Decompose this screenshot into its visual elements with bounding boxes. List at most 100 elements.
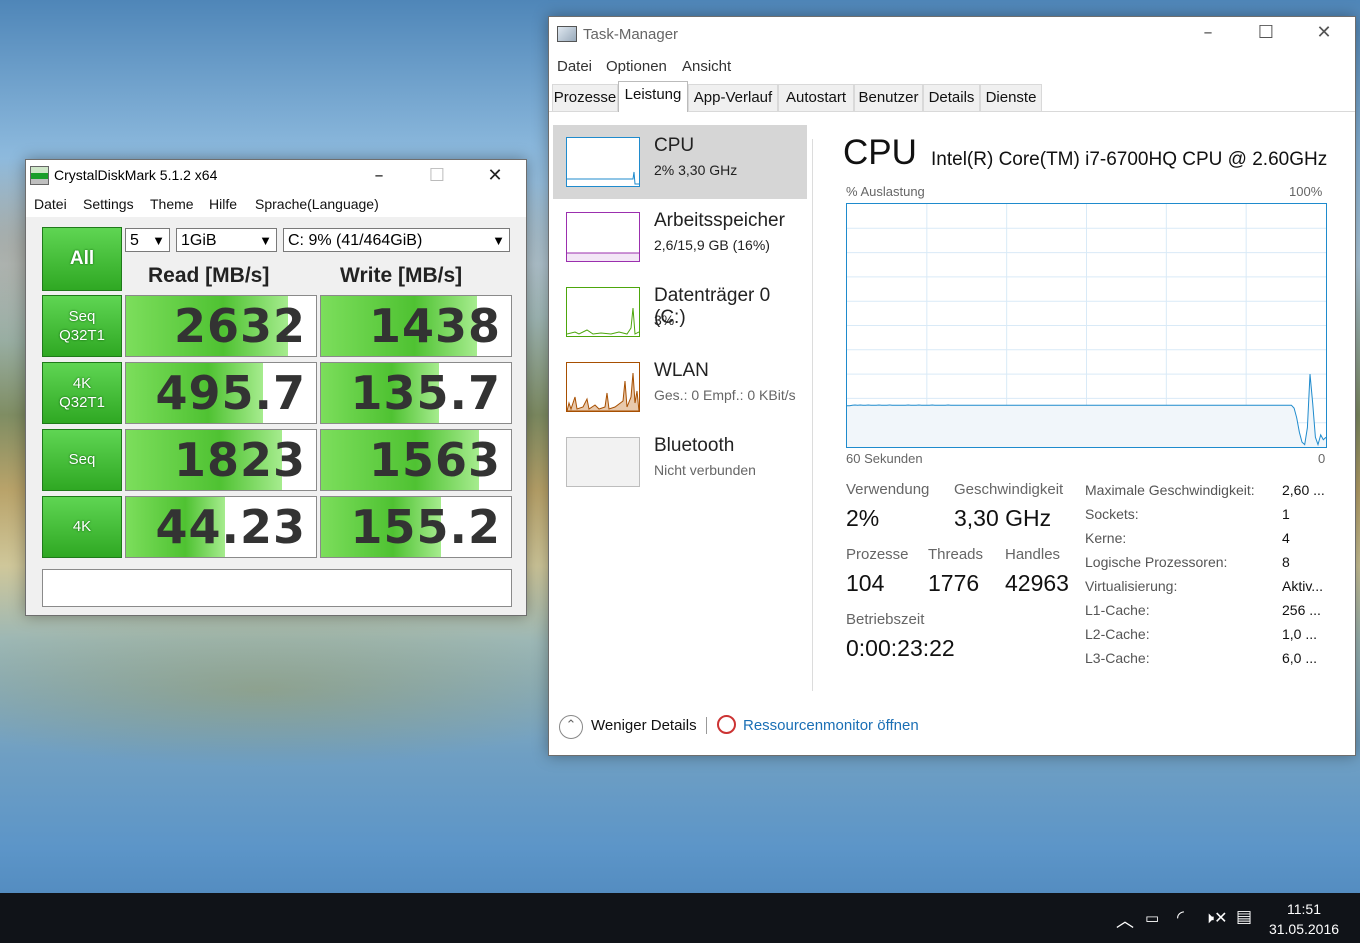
- sidebar-item-wlan[interactable]: WLAN Ges.: 0 Empf.: 0 KBit/s: [553, 350, 807, 424]
- minimize-icon[interactable]: –: [356, 160, 402, 191]
- menu-settings[interactable]: Settings: [83, 196, 134, 212]
- test-row-button[interactable]: 4K Q32T1: [42, 362, 122, 424]
- tm-title: Task-Manager: [583, 26, 679, 43]
- drive-select[interactable]: C: 9% (41/464GiB) ▼: [283, 228, 510, 252]
- cpu-model-name: Intel(R) Core(TM) i7-6700HQ CPU @ 2.60GH…: [931, 149, 1328, 170]
- size-value: 1GiB: [181, 232, 217, 249]
- volume-muted-icon[interactable]: 🕨✕: [1204, 908, 1228, 928]
- graph-x-end-label: 0: [1318, 451, 1326, 466]
- maximize-icon[interactable]: ☐: [1243, 17, 1289, 48]
- read-result-cell: 2632: [125, 295, 317, 357]
- tm-menu-datei[interactable]: Datei: [557, 58, 592, 75]
- detail-value: 2,60 ...: [1282, 482, 1325, 498]
- detail-key: L2-Cache:: [1085, 626, 1150, 642]
- size-select[interactable]: 1GiB ▼: [176, 228, 277, 252]
- menu-language[interactable]: Sprache(Language): [255, 196, 379, 212]
- tab-leistung[interactable]: Leistung: [618, 81, 688, 112]
- cdm-titlebar[interactable]: CrystalDiskMark 5.1.2 x64 – ☐ ✕: [26, 160, 526, 191]
- tm-titlebar[interactable]: Task-Manager – ☐ ✕: [549, 17, 1355, 51]
- battery-icon[interactable]: ▭: [1145, 909, 1159, 927]
- resource-sidebar: CPU 2% 3,30 GHz Arbeitsspeicher 2,6/15,9…: [553, 125, 809, 695]
- detail-key: Logische Prozessoren:: [1085, 554, 1228, 570]
- show-hidden-icons-icon[interactable]: ︿: [1116, 907, 1134, 933]
- test-row-button[interactable]: 4K: [42, 496, 122, 558]
- detail-value: Aktiv...: [1282, 578, 1323, 594]
- count-value: 5: [130, 232, 139, 249]
- write-result-cell: 135.7: [320, 362, 512, 424]
- detail-key: Virtualisierung:: [1085, 578, 1178, 594]
- sidebar-label-cpu: CPU: [654, 135, 695, 156]
- sidebar-sub-bluetooth: Nicht verbunden: [654, 462, 756, 478]
- usage-value: 2%: [846, 505, 880, 531]
- cdm-title: CrystalDiskMark 5.1.2 x64: [54, 167, 218, 183]
- read-result-value: 44.23: [155, 500, 306, 554]
- memory-thumbnail-graph: [566, 212, 640, 262]
- graph-x-label: 60 Sekunden: [846, 451, 923, 466]
- tab-dienste[interactable]: Dienste: [980, 84, 1042, 111]
- tab-autostart[interactable]: Autostart: [778, 84, 854, 111]
- clock-time: 11:51: [1287, 901, 1321, 917]
- tm-tabs: Prozesse Leistung App-Verlauf Autostart …: [549, 81, 1355, 112]
- detail-value: 1: [1282, 506, 1290, 522]
- read-result-cell: 44.23: [125, 496, 317, 558]
- test-row-button[interactable]: Seq: [42, 429, 122, 491]
- tm-menu-optionen[interactable]: Optionen: [606, 58, 667, 75]
- resource-monitor-icon: [717, 715, 736, 734]
- all-button[interactable]: All: [42, 227, 122, 291]
- cpu-usage-graph: [846, 203, 1327, 448]
- sidebar-sub-disk: 3%: [654, 312, 675, 328]
- read-result-value: 2632: [173, 299, 306, 353]
- sidebar-sub-memory: 2,6/15,9 GB (16%): [654, 237, 770, 253]
- tab-prozesse[interactable]: Prozesse: [552, 84, 618, 111]
- sidebar-item-disk[interactable]: Datenträger 0 (C:) 3%: [553, 275, 807, 349]
- tab-details[interactable]: Details: [923, 84, 980, 111]
- clock[interactable]: 11:51 31.05.2016: [1264, 899, 1344, 939]
- minimize-icon[interactable]: –: [1185, 17, 1231, 48]
- bluetooth-thumbnail-graph: [566, 437, 640, 487]
- action-center-icon[interactable]: ▤: [1236, 907, 1252, 927]
- graph-y-max-label: 100%: [1289, 184, 1323, 199]
- chevron-down-icon: ▼: [492, 233, 505, 248]
- sidebar-item-memory[interactable]: Arbeitsspeicher 2,6/15,9 GB (16%): [553, 200, 807, 274]
- detail-key: L3-Cache:: [1085, 650, 1150, 666]
- count-select[interactable]: 5 ▼: [125, 228, 170, 252]
- threads-value: 1776: [928, 570, 980, 596]
- menu-hilfe[interactable]: Hilfe: [209, 196, 237, 212]
- wifi-icon[interactable]: ◜: [1177, 907, 1184, 928]
- close-icon[interactable]: ✕: [1301, 17, 1347, 48]
- fewer-details-button[interactable]: Weniger Details: [591, 717, 697, 734]
- read-header: Read [MB/s]: [148, 264, 270, 287]
- drive-value: C: 9% (41/464GiB): [288, 232, 423, 249]
- detail-value: 1,0 ...: [1282, 626, 1318, 642]
- resource-heading: CPU: [843, 133, 917, 172]
- detail-value: 6,0 ...: [1282, 650, 1318, 666]
- disk-thumbnail-graph: [566, 287, 640, 337]
- wlan-thumbnail-graph: [566, 362, 640, 412]
- detail-key: Kerne:: [1085, 530, 1127, 546]
- clock-date: 31.05.2016: [1268, 921, 1340, 937]
- maximize-icon: ☐: [428, 165, 446, 186]
- tab-benutzer[interactable]: Benutzer: [854, 84, 923, 111]
- tm-menu-ansicht[interactable]: Ansicht: [682, 58, 731, 75]
- panel-divider: [812, 139, 813, 691]
- chevron-up-icon[interactable]: ⌃: [559, 715, 583, 739]
- close-icon[interactable]: ✕: [472, 160, 518, 191]
- sidebar-sub-cpu: 2% 3,30 GHz: [654, 162, 738, 178]
- open-resource-monitor-link[interactable]: Ressourcenmonitor öffnen: [743, 717, 919, 734]
- read-result-value: 1823: [173, 433, 306, 487]
- graph-y-label: % Auslastung: [846, 184, 925, 199]
- test-row-button[interactable]: Seq Q32T1: [42, 295, 122, 357]
- write-result-value: 1438: [368, 299, 501, 353]
- detail-value: 4: [1282, 530, 1290, 546]
- menu-theme[interactable]: Theme: [150, 196, 194, 212]
- crystaldiskmark-window: CrystalDiskMark 5.1.2 x64 – ☐ ✕ Datei Se…: [25, 159, 527, 616]
- footer-separator: [706, 717, 707, 734]
- read-result-cell: 1823: [125, 429, 317, 491]
- processes-label: Prozesse: [846, 546, 909, 563]
- sidebar-label-wlan: WLAN: [654, 360, 709, 381]
- tab-app-verlauf[interactable]: App-Verlauf: [688, 84, 778, 111]
- usage-label: Verwendung: [846, 481, 930, 498]
- menu-datei[interactable]: Datei: [34, 196, 67, 212]
- sidebar-item-bluetooth[interactable]: Bluetooth Nicht verbunden: [553, 425, 807, 499]
- sidebar-item-cpu[interactable]: CPU 2% 3,30 GHz: [553, 125, 807, 199]
